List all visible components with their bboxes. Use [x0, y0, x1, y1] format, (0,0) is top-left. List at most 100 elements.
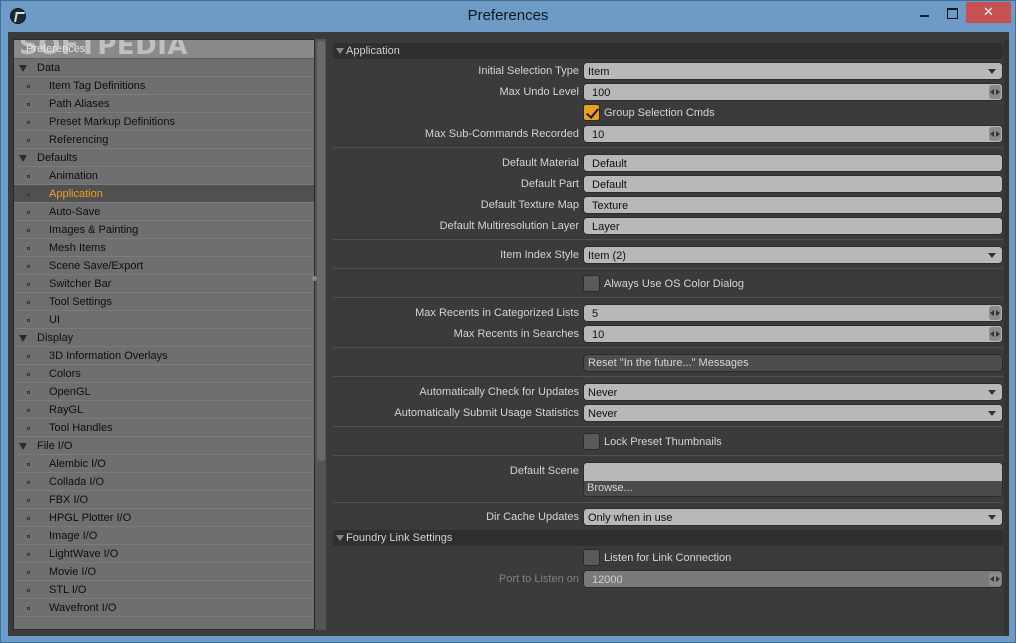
- tree-item[interactable]: Animation: [14, 167, 314, 185]
- tree-label: Tool Handles: [49, 422, 113, 434]
- tree-label: Auto-Save: [49, 206, 101, 218]
- tree-item[interactable]: Switcher Bar: [14, 275, 314, 293]
- default-multires-layer-input[interactable]: Layer: [583, 217, 1003, 235]
- tree-group[interactable]: File I/O: [14, 437, 314, 455]
- tree-group[interactable]: Display: [14, 329, 314, 347]
- splitter-handle[interactable]: [312, 276, 317, 281]
- tree-item[interactable]: UI: [14, 311, 314, 329]
- minimize-button[interactable]: [911, 2, 938, 23]
- tree-item[interactable]: STL I/O: [14, 581, 314, 599]
- tree-item[interactable]: 3D Information Overlays: [14, 347, 314, 365]
- tree-label: 3D Information Overlays: [49, 350, 168, 362]
- tree-label: Wavefront I/O: [49, 602, 117, 614]
- section-title: Foundry Link Settings: [346, 532, 453, 544]
- max-undo-level-input[interactable]: 100: [583, 83, 1003, 101]
- default-material-input[interactable]: Default: [583, 154, 1003, 172]
- section-application[interactable]: Application: [333, 43, 1003, 59]
- close-button[interactable]: ✕: [966, 2, 1011, 23]
- default-texture-map-input[interactable]: Texture: [583, 196, 1003, 214]
- tree-node-icon: [27, 175, 30, 178]
- tree-node-icon: [27, 355, 30, 358]
- properties-scrollbar[interactable]: [1004, 39, 1009, 636]
- tree-node-icon: [27, 121, 30, 124]
- chevron-down-icon: [988, 69, 996, 74]
- tree-node-icon: [27, 103, 30, 106]
- default-part-input[interactable]: Default: [583, 175, 1003, 193]
- tree-node-icon: [27, 571, 30, 574]
- tree-item[interactable]: Tool Handles: [14, 419, 314, 437]
- tree-item[interactable]: Wavefront I/O: [14, 599, 314, 617]
- spinner-arrows-icon[interactable]: [989, 127, 1001, 141]
- tree-label: Item Tag Definitions: [49, 80, 146, 92]
- spinner-arrows-icon[interactable]: [989, 85, 1001, 99]
- auto-submit-stats-dropdown[interactable]: Never: [583, 404, 1003, 422]
- divider: [333, 268, 1003, 269]
- auto-submit-stats-label: Automatically Submit Usage Statistics: [394, 407, 579, 419]
- client-area: SOFTPEDIA Preferences Data Item Tag Defin…: [8, 32, 1009, 636]
- tree-item[interactable]: Path Aliases: [14, 95, 314, 113]
- reset-messages-button[interactable]: Reset "In the future..." Messages: [583, 354, 1003, 372]
- auto-check-updates-dropdown[interactable]: Never: [583, 383, 1003, 401]
- tree-item[interactable]: HPGL Plotter I/O: [14, 509, 314, 527]
- tree-node-icon: [27, 193, 30, 196]
- tree-item[interactable]: Application: [14, 185, 314, 203]
- tree-group[interactable]: Defaults: [14, 149, 314, 167]
- always-os-color-label: Always Use OS Color Dialog: [604, 278, 744, 290]
- tree-item[interactable]: FBX I/O: [14, 491, 314, 509]
- tree-item[interactable]: Collada I/O: [14, 473, 314, 491]
- input-value: 5: [592, 308, 599, 320]
- group-selection-cmds-checkbox[interactable]: [583, 104, 600, 121]
- tree-item[interactable]: Image I/O: [14, 527, 314, 545]
- tree-item[interactable]: Tool Settings: [14, 293, 314, 311]
- tree-node-icon: [27, 283, 30, 286]
- tree-item[interactable]: Colors: [14, 365, 314, 383]
- tree-node-icon: [27, 301, 30, 304]
- tree-item[interactable]: Alembic I/O: [14, 455, 314, 473]
- listen-link-label: Listen for Link Connection: [604, 552, 732, 564]
- tree-item[interactable]: Movie I/O: [14, 563, 314, 581]
- lock-preset-thumbs-checkbox[interactable]: [583, 433, 600, 450]
- initial-selection-type-dropdown[interactable]: Item: [583, 62, 1003, 80]
- tree-item[interactable]: Item Tag Definitions: [14, 77, 314, 95]
- tree-label: Movie I/O: [49, 566, 97, 578]
- tree-item[interactable]: RayGL: [14, 401, 314, 419]
- max-recents-searches-input[interactable]: 10: [583, 325, 1003, 343]
- browse-button[interactable]: Browse...: [584, 481, 1002, 496]
- spinner-arrows-icon[interactable]: [989, 306, 1001, 320]
- tree-item[interactable]: Referencing: [14, 131, 314, 149]
- tree-item[interactable]: LightWave I/O: [14, 545, 314, 563]
- section-foundry-link[interactable]: Foundry Link Settings: [333, 530, 1003, 546]
- spinner-arrows-icon[interactable]: [989, 327, 1001, 341]
- divider: [333, 297, 1003, 298]
- tree-item[interactable]: Auto-Save: [14, 203, 314, 221]
- tree-label: HPGL Plotter I/O: [49, 512, 132, 524]
- chevron-down-icon: [988, 390, 996, 395]
- tree-node-icon: [27, 373, 30, 376]
- maximize-button[interactable]: [938, 2, 965, 23]
- tree-scroll-thumb[interactable]: [317, 41, 325, 461]
- lock-preset-thumbs-label: Lock Preset Thumbnails: [604, 436, 722, 448]
- listen-link-checkbox[interactable]: [583, 549, 600, 566]
- tree-item[interactable]: OpenGL: [14, 383, 314, 401]
- tree-item[interactable]: Images & Painting: [14, 221, 314, 239]
- default-scene-field[interactable]: Browse...: [583, 462, 1003, 497]
- title-bar[interactable]: Preferences ✕: [1, 1, 1015, 32]
- tree-item[interactable]: Preset Markup Definitions: [14, 113, 314, 131]
- divider: [333, 455, 1003, 456]
- tree-rows: Data Item Tag Definitions Path Aliases Pres…: [14, 59, 314, 617]
- max-recents-categorized-input[interactable]: 5: [583, 304, 1003, 322]
- max-sub-commands-input[interactable]: 10: [583, 125, 1003, 143]
- tree-node-icon: [27, 481, 30, 484]
- expand-triangle-icon: [19, 335, 27, 342]
- always-os-color-checkbox[interactable]: [583, 275, 600, 292]
- tree-node-icon: [27, 535, 30, 538]
- tree-group[interactable]: Data: [14, 59, 314, 77]
- item-index-style-dropdown[interactable]: Item (2): [583, 246, 1003, 264]
- default-part-label: Default Part: [520, 178, 579, 190]
- dir-cache-updates-label: Dir Cache Updates: [486, 511, 579, 523]
- tree-item[interactable]: Scene Save/Export: [14, 257, 314, 275]
- dir-cache-updates-dropdown[interactable]: Only when in use: [583, 508, 1003, 526]
- max-sub-commands-label: Max Sub-Commands Recorded: [424, 128, 579, 140]
- tree-label: Collada I/O: [49, 476, 105, 488]
- tree-item[interactable]: Mesh Items: [14, 239, 314, 257]
